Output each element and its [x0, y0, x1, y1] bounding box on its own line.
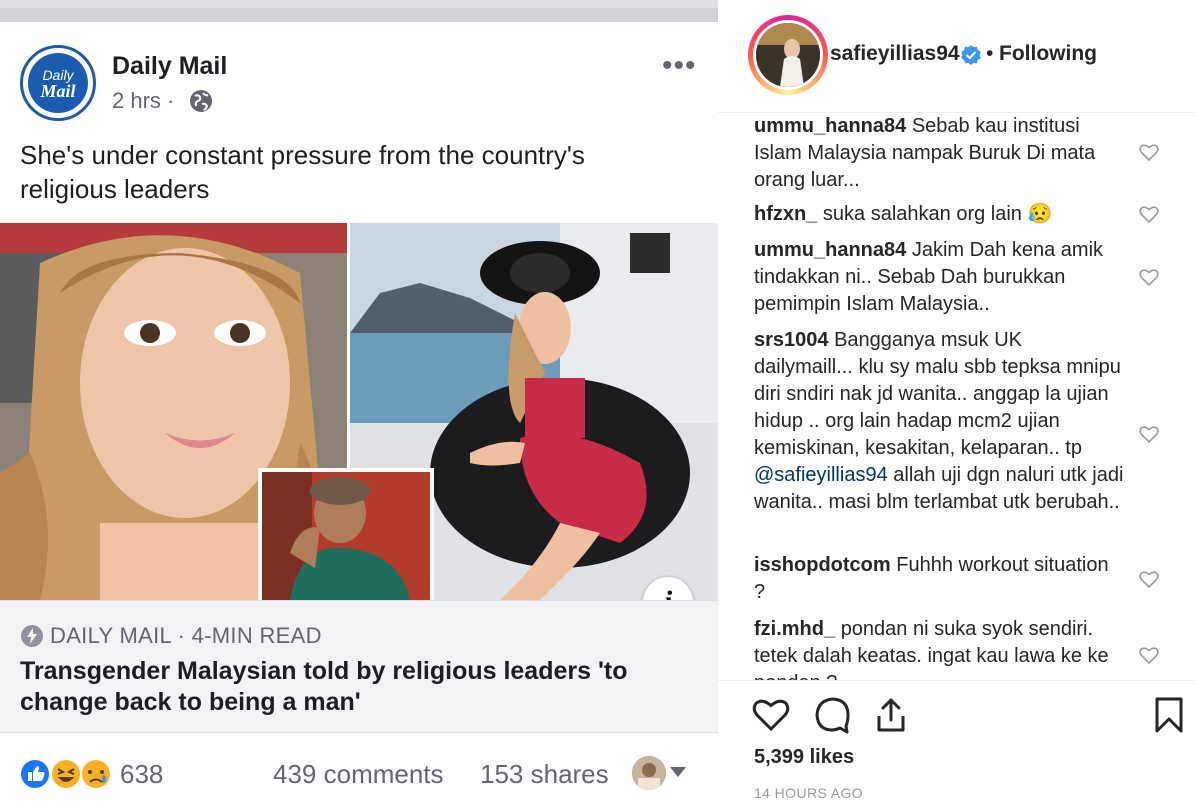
comment-icon[interactable]: [814, 696, 852, 734]
mention-link[interactable]: @safieyillias94: [754, 464, 888, 486]
photo-collage: [0, 223, 718, 600]
heart-icon[interactable]: [752, 696, 790, 734]
comment-username[interactable]: fzi.mhd_: [754, 618, 835, 640]
story-ring[interactable]: [748, 15, 828, 95]
avatar-frame: [753, 20, 823, 90]
post-text: She's under constant pressure from the c…: [20, 140, 585, 204]
link-source: DAILY MAIL · 4-MIN READ: [50, 623, 322, 648]
post-timestamp[interactable]: 14 HOURS AGO: [754, 785, 863, 801]
logo-badge: Daily Mail: [28, 53, 88, 113]
link-title[interactable]: Transgender Malaysian told by religious …: [20, 656, 700, 718]
comments-list[interactable]: ummu_hanna84 Sebab kau institusi Islam M…: [718, 113, 1195, 680]
instagram-panel: safieyillias94 • Following ummu_hanna84 …: [718, 0, 1195, 807]
reactions-icons[interactable]: [18, 757, 118, 791]
comment: srs1004 Bangganya msuk UK dailymaill... …: [754, 327, 1124, 516]
comment: hfzxn_ suka salahkan org lain 😥: [754, 201, 1124, 228]
article-image[interactable]: [0, 223, 718, 600]
comment: ummu_hanna84 Sebab kau institusi Islam M…: [754, 113, 1124, 194]
share-as-avatar[interactable]: [632, 756, 666, 790]
dropdown-caret-icon[interactable]: [670, 767, 686, 777]
comment: isshopdotcom Fuhhh workout situation ?: [754, 552, 1124, 606]
sad-reaction-icon: [80, 758, 112, 790]
top-bar-strip: [0, 8, 718, 22]
reaction-count[interactable]: 638: [120, 759, 163, 790]
heart-icon[interactable]: [1139, 143, 1159, 161]
comment-username[interactable]: ummu_hanna84: [754, 239, 906, 261]
comment-username[interactable]: ummu_hanna84: [754, 115, 906, 137]
bookmark-icon[interactable]: [1150, 696, 1188, 734]
heart-icon[interactable]: [1139, 268, 1159, 286]
share-icon[interactable]: [872, 696, 910, 734]
heart-icon[interactable]: [1139, 205, 1159, 223]
comment: ummu_hanna84 Jakim Dah kena amik tindakk…: [754, 237, 1124, 318]
likes-count[interactable]: 5,399 likes: [754, 746, 854, 769]
facebook-post: Daily Mail Daily Mail 2 hrs · ••• She's …: [0, 0, 718, 807]
top-bar: [0, 0, 718, 22]
comment-text: suka salahkan org lain 😥: [822, 203, 1053, 225]
username[interactable]: safieyillias94: [830, 42, 960, 66]
comments-count[interactable]: 439 comments: [273, 759, 444, 790]
avatar[interactable]: [756, 23, 820, 87]
like-reaction-icon: [19, 758, 51, 790]
heart-icon[interactable]: [1139, 646, 1159, 664]
logo-text-mail: Mail: [40, 81, 76, 101]
comment: fzi.mhd_ pondan ni suka syok sendiri. te…: [754, 616, 1124, 680]
comment-username[interactable]: srs1004: [754, 329, 829, 351]
divider: [718, 680, 1195, 681]
more-options-icon[interactable]: •••: [662, 51, 697, 81]
post-time[interactable]: 2 hrs ·: [112, 88, 174, 114]
haha-reaction-icon: [50, 758, 82, 790]
lightning-icon: [21, 625, 43, 647]
globe-icon: [190, 90, 212, 112]
daily-mail-logo[interactable]: Daily Mail: [20, 45, 96, 121]
heart-icon[interactable]: [1139, 425, 1159, 443]
shares-count[interactable]: 153 shares: [480, 759, 609, 790]
comment-username[interactable]: isshopdotcom: [754, 554, 891, 576]
comment-username[interactable]: hfzxn_: [754, 203, 817, 225]
heart-icon[interactable]: [1139, 570, 1159, 588]
separator-dot: •: [986, 42, 994, 65]
following-button[interactable]: Following: [999, 42, 1097, 66]
verified-badge-icon: [961, 45, 981, 65]
page-name[interactable]: Daily Mail: [112, 52, 227, 81]
